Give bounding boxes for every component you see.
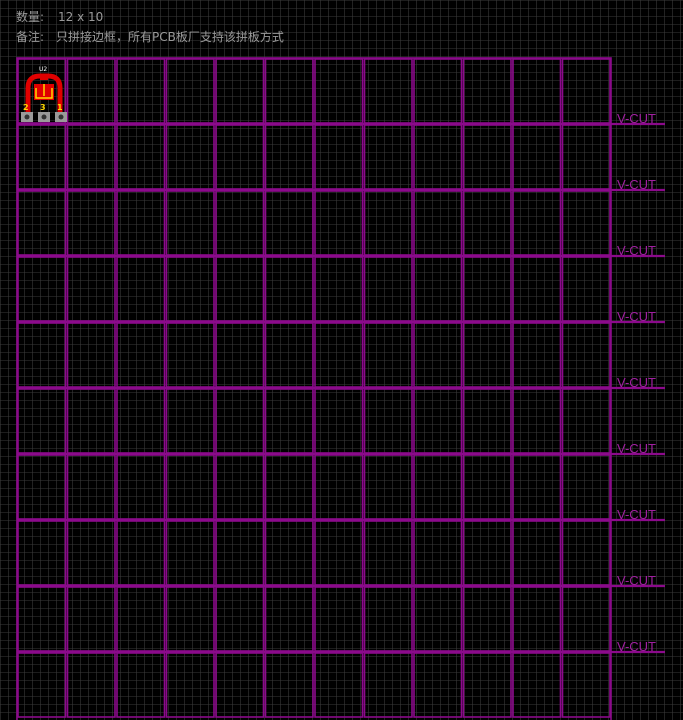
vcut-label: V-CUT: [617, 243, 656, 258]
quantity-label: 数量:: [16, 9, 44, 24]
vcut-label: V-CUT: [617, 573, 656, 588]
panel-canvas: 数量: 12 x 10 备注: 只拼接边框，所有PCB板厂支持该拼板方式 V-C…: [0, 0, 683, 720]
pad-2-hole: [41, 114, 47, 120]
quantity-value: 12 x 10: [58, 10, 103, 24]
canvas-background: [0, 0, 683, 720]
pin-number-left: 2: [23, 103, 29, 112]
copper-pad-top: [40, 74, 48, 80]
pad-3-hole: [58, 114, 64, 120]
note-label: 备注:: [16, 29, 44, 44]
vcut-label: V-CUT: [617, 507, 656, 522]
vcut-label: V-CUT: [617, 639, 656, 654]
pin-number-right: 1: [57, 103, 63, 112]
vcut-label: V-CUT: [617, 441, 656, 456]
vcut-label: V-CUT: [617, 111, 656, 126]
vcut-label: V-CUT: [617, 375, 656, 390]
vcut-label: V-CUT: [617, 309, 656, 324]
vcut-label: V-CUT: [617, 177, 656, 192]
pin-number-center: 3: [40, 103, 46, 112]
component-ref: U2: [39, 66, 47, 73]
note-text: 只拼接边框，所有PCB板厂支持该拼板方式: [56, 29, 284, 44]
pad-1-hole: [24, 114, 30, 120]
